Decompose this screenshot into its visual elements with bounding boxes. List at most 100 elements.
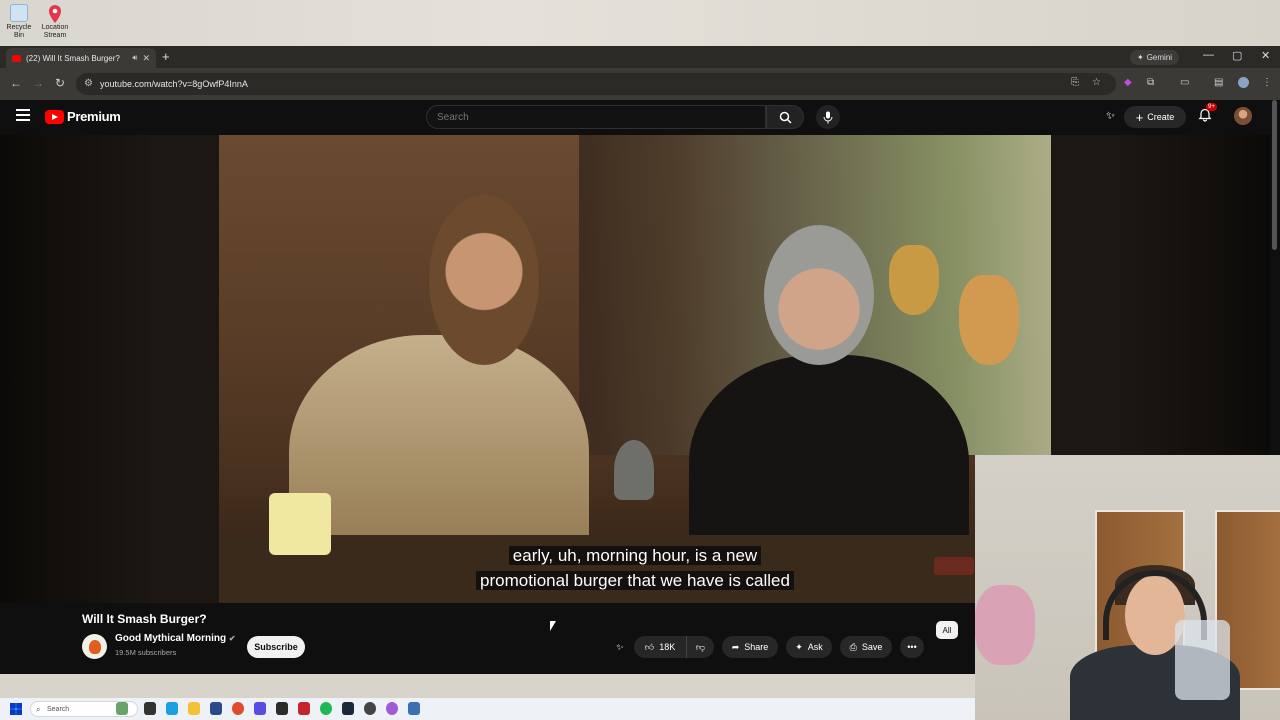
sparkle-icon: ✦	[795, 641, 803, 652]
filter-chip-all[interactable]: All	[936, 621, 958, 639]
bookmark-icon: ⎙	[849, 641, 857, 652]
desktop-icon-location-stream[interactable]: Location Stream	[38, 4, 72, 40]
app-icon[interactable]	[364, 702, 376, 715]
steam-icon[interactable]	[342, 702, 354, 715]
logo-text: Premium	[67, 109, 121, 124]
search-icon: ⌕	[36, 705, 41, 714]
ask-button[interactable]: ✦ Ask	[786, 636, 832, 658]
app-icon[interactable]	[276, 702, 288, 715]
reload-icon[interactable]: ↻	[55, 76, 65, 90]
widget-icon[interactable]	[116, 702, 128, 715]
bookmark-star-icon[interactable]: ☆	[1092, 77, 1101, 88]
webcam-overlay	[975, 455, 1280, 720]
gemini-sparkle-icon[interactable]: ✨︎	[1106, 110, 1115, 123]
file-explorer-icon[interactable]	[188, 702, 200, 715]
create-label: Create	[1147, 112, 1175, 122]
gemini-ai-icon[interactable]: ✨︎	[610, 636, 630, 658]
copilot-icon[interactable]	[166, 702, 178, 715]
guitar-prop	[889, 245, 939, 315]
like-count: 18K	[659, 642, 676, 652]
site-info-icon[interactable]: ⚙︎	[84, 78, 93, 89]
profile-avatar[interactable]	[1238, 77, 1249, 88]
install-app-icon[interactable]: ⎘	[1071, 77, 1079, 88]
windows-start-icon[interactable]	[10, 703, 22, 715]
acrobat-icon[interactable]	[298, 702, 310, 715]
voice-search-button[interactable]	[816, 105, 840, 129]
page-scrollbar[interactable]	[1272, 100, 1277, 250]
dislike-button[interactable]: 👎︎	[686, 636, 714, 658]
obs-icon[interactable]	[386, 702, 398, 715]
maximize-button[interactable]: ▢	[1232, 49, 1242, 62]
speaker-icon[interactable]: 🔊︎	[132, 53, 137, 63]
more-actions-button[interactable]: •••	[900, 636, 924, 658]
channel-avatar[interactable]	[82, 634, 107, 659]
video-title: Will It Smash Burger?	[82, 612, 207, 626]
create-button[interactable]: + Create	[1124, 106, 1186, 128]
save-button[interactable]: ⎙ Save	[840, 636, 892, 658]
youtube-play-icon	[45, 109, 64, 124]
extensions-puzzle-icon[interactable]: ⧉	[1147, 77, 1154, 88]
reading-list-icon[interactable]: ▭	[1180, 77, 1189, 88]
plus-icon: +	[1135, 109, 1144, 125]
task-view-icon[interactable]	[144, 702, 156, 715]
account-avatar[interactable]	[1234, 107, 1252, 125]
masthead: Premium ✨︎ + Create 9+	[0, 100, 1280, 134]
thumbs-down-icon: 👎︎	[695, 641, 706, 652]
new-tab-button[interactable]: +	[162, 49, 170, 64]
related-video-thumbnail[interactable]	[934, 557, 974, 575]
subscribe-button[interactable]: Subscribe	[247, 636, 305, 658]
app-icon[interactable]	[254, 702, 266, 715]
youtube-favicon	[12, 54, 21, 62]
more-dots-icon: •••	[907, 642, 917, 652]
search-input[interactable]	[426, 105, 766, 129]
channel-name[interactable]: Good Mythical Morning ✔︎	[115, 633, 236, 644]
notification-count-badge: 9+	[1206, 103, 1217, 111]
close-tab-icon[interactable]: ✕	[142, 53, 150, 64]
gemini-button[interactable]: ✦ Gemini	[1130, 50, 1180, 65]
tab-search-icon[interactable]: ▤	[1214, 77, 1223, 88]
url-text: youtube.com/watch?v=8gOwfP4InnA	[100, 79, 248, 89]
plush-toy	[975, 585, 1035, 665]
drinking-cup	[1175, 620, 1230, 700]
minimize-button[interactable]: —	[1203, 49, 1214, 61]
tab-strip: (22) Will It Smash Burger? 🔊︎ ✕ + ✦ Gemi…	[0, 46, 1280, 68]
share-button[interactable]: ➦ Share	[722, 636, 778, 658]
sparkle-icon: ✦	[1137, 53, 1144, 62]
microphone-icon	[823, 111, 833, 123]
host-right-head	[764, 225, 874, 365]
kebab-menu-icon[interactable]: ⋮	[1262, 77, 1272, 88]
gemini-label: Gemini	[1146, 53, 1173, 62]
closed-captions: early, uh, morning hour, is a new promot…	[219, 543, 1051, 593]
map-pin-icon	[46, 4, 64, 23]
subscriber-count: 19.5M subscribers	[115, 648, 177, 657]
caption-line: early, uh, morning hour, is a new	[508, 546, 762, 565]
app-icon[interactable]	[408, 702, 420, 715]
flame-logo-icon	[88, 639, 101, 654]
browser-tab-active[interactable]: (22) Will It Smash Burger? 🔊︎ ✕	[6, 48, 156, 68]
desktop-icon-recycle-bin[interactable]: Recycle Bin	[2, 4, 36, 40]
host-left-head	[429, 195, 539, 365]
studio-microphone	[614, 440, 654, 500]
search-button[interactable]	[766, 105, 804, 129]
spotify-icon[interactable]	[320, 702, 332, 715]
verified-icon: ✔︎	[228, 634, 236, 643]
taskbar-search-placeholder: Search	[47, 705, 70, 713]
mouse-cursor	[550, 621, 556, 631]
back-icon[interactable]: ←	[10, 76, 22, 90]
close-window-button[interactable]: ✕	[1261, 49, 1270, 62]
video-frame[interactable]: early, uh, morning hour, is a new promot…	[219, 135, 1051, 603]
toolbar: ← → ↻ ⚙︎ youtube.com/watch?v=8gOwfP4InnA…	[0, 68, 1280, 100]
desktop-background: Recycle Bin Location Stream	[0, 0, 1280, 46]
like-button[interactable]: 👍︎ 18K	[634, 636, 686, 658]
thumbs-up-icon: 👍︎	[644, 641, 655, 652]
forward-icon[interactable]: →	[32, 76, 44, 90]
hamburger-menu-icon[interactable]	[16, 109, 30, 124]
recycle-bin-icon	[10, 4, 28, 22]
address-bar[interactable]: ⚙︎ youtube.com/watch?v=8gOwfP4InnA	[76, 73, 1116, 95]
windows-taskbar: ⌕ Search	[0, 698, 975, 720]
chrome-icon[interactable]	[232, 702, 244, 715]
extension-icon[interactable]: ◆	[1124, 77, 1132, 88]
youtube-premium-logo[interactable]: Premium	[45, 109, 121, 124]
share-label: Share	[744, 642, 769, 652]
store-icon[interactable]	[210, 702, 222, 715]
